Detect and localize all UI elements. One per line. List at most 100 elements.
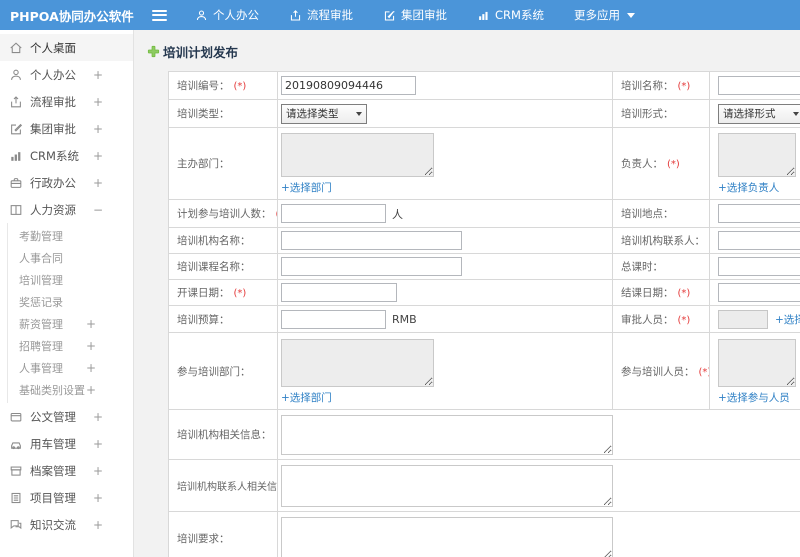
sidebar-subitem-recruiting[interactable]: 招聘管理 + [8,335,133,357]
org-contact-info-label: 培训机构联系人相关信息： [168,459,278,512]
approver-input[interactable] [718,309,768,329]
training-no-input[interactable] [281,76,416,95]
expand-toggle[interactable]: + [93,410,103,424]
hamburger-menu-icon[interactable] [152,9,167,21]
host-dept-box[interactable] [281,133,434,177]
form-row: 培训机构联系人相关信息： [168,459,800,512]
document-icon [9,410,23,424]
sidebar-subitem-personnel[interactable]: 人事管理 + [8,357,133,379]
sidebar-item-projects[interactable]: 项目管理 + [0,484,133,511]
sidebar: 个人桌面 个人办公 + 流程审批 + 集团审批 + CRM系统 + 行政办公 +… [0,30,134,557]
sidebar-item-label: 奖惩记录 [19,296,63,309]
expand-toggle[interactable]: + [93,149,103,163]
sidebar-item-group-approval[interactable]: 集团审批 + [0,115,133,142]
requirements-textarea[interactable] [281,517,613,557]
edit-icon [383,9,396,22]
select-leader-link[interactable]: +选择负责人 [718,180,779,195]
expand-toggle[interactable]: + [86,339,96,353]
sidebar-item-label: 用车管理 [30,436,76,451]
expand-toggle[interactable]: + [93,122,103,136]
org-contact-info-textarea[interactable] [281,465,613,507]
caret-down-icon [626,12,635,18]
host-dept-label: 主办部门： [168,127,278,200]
sidebar-item-human-resources[interactable]: 人力资源 − [0,196,133,223]
collapse-toggle[interactable]: − [93,203,103,217]
sidebar-item-label: 培训管理 [19,274,63,287]
expand-toggle[interactable]: + [86,317,96,331]
user-icon [9,68,23,82]
sidebar-item-label: 集团审批 [30,121,76,136]
sidebar-subitem-rewards[interactable]: 奖惩记录 [8,291,133,313]
nav-group-approval[interactable]: 集团审批 [383,7,447,23]
budget-input[interactable] [281,309,386,329]
planned-count-input[interactable] [281,204,386,223]
page-title: 培训计划发布 [147,42,800,61]
org-name-input[interactable] [281,231,462,250]
budget-label: 培训预算： [168,305,278,333]
sidebar-item-admin-office[interactable]: 行政办公 + [0,169,133,196]
sidebar-item-vehicle[interactable]: 用车管理 + [0,430,133,457]
start-date-label: 开课日期： (*) [168,279,278,306]
sidebar-subitem-salary[interactable]: 薪资管理 + [8,313,133,335]
expand-toggle[interactable]: + [93,68,103,82]
nav-crm-system[interactable]: CRM系统 [477,7,544,23]
sidebar-item-crm-system[interactable]: CRM系统 + [0,142,133,169]
sidebar-item-label: 人力资源 [30,202,76,217]
sidebar-item-workflow-approval[interactable]: 流程审批 + [0,88,133,115]
main-content: 培训计划发布 培训编号：(*) 培训名称：(*) 培训类型： 请选择类型 培训形… [134,30,800,557]
sidebar-item-official-docs[interactable]: 公文管理 + [0,403,133,430]
expand-toggle[interactable]: + [93,176,103,190]
sidebar-item-label: 档案管理 [30,463,76,478]
car-icon [9,437,23,451]
sidebar-item-archives[interactable]: 档案管理 + [0,457,133,484]
plus-icon [147,45,160,58]
org-info-textarea[interactable] [281,415,613,455]
end-date-input[interactable] [718,283,800,302]
sidebar-item-knowledge-exchange[interactable]: 知识交流 + [0,511,133,538]
expand-toggle[interactable]: + [86,361,96,375]
expand-toggle[interactable]: + [93,437,103,451]
location-input[interactable] [718,204,800,223]
expand-toggle[interactable]: + [93,464,103,478]
expand-toggle[interactable]: + [93,491,103,505]
select-arrow-icon [793,111,799,116]
form-row: 培训机构名称： 培训机构联系人： [168,227,800,254]
sidebar-item-label: 招聘管理 [19,340,63,353]
training-name-input[interactable] [718,76,800,95]
sidebar-subitem-training[interactable]: 培训管理 [8,269,133,291]
training-type-select[interactable]: 请选择类型 [281,103,367,124]
nav-more-apps[interactable]: 更多应用 [574,7,635,23]
sidebar-item-personal-office[interactable]: 个人办公 + [0,61,133,88]
total-hours-label: 总课时： [612,253,710,280]
select-join-people-link[interactable]: +选择参与人员 [718,390,790,405]
workflow-icon [9,95,23,109]
org-contact-input[interactable] [718,231,800,250]
sidebar-subitem-hr-contract[interactable]: 人事合同 [8,247,133,269]
join-people-box[interactable] [718,339,796,387]
leader-box[interactable] [718,133,796,177]
select-dept-link[interactable]: +选择部门 [281,180,332,195]
required-mark: (*) [233,81,247,92]
course-name-input[interactable] [281,257,462,276]
nav-workflow-approval[interactable]: 流程审批 [289,7,353,23]
select-dept-link[interactable]: +选择部门 [281,390,332,405]
sidebar-item-label: 人事合同 [19,252,63,265]
expand-toggle[interactable]: + [93,95,103,109]
sidebar-item-label: 项目管理 [30,490,76,505]
total-hours-input[interactable] [718,257,800,276]
training-type-label: 培训类型： [168,99,278,128]
sidebar-subitem-base-category[interactable]: 基础类别设置 + [8,379,133,401]
expand-toggle[interactable]: + [86,383,96,397]
join-dept-box[interactable] [281,339,434,387]
training-form-select[interactable]: 请选择形式 [718,103,800,124]
select-approver-link[interactable]: +选择审批人员 [775,312,800,327]
training-plan-form: 培训编号：(*) 培训名称：(*) 培训类型： 请选择类型 培训形式： 请选择形… [168,71,800,557]
hr-submenu: 考勤管理 人事合同 培训管理 奖惩记录 薪资管理 + 招聘管理 + 人事管理 +… [7,223,133,403]
nav-personal-office[interactable]: 个人办公 [195,7,259,23]
sidebar-item-personal-desktop[interactable]: 个人桌面 [0,34,133,61]
sidebar-subitem-attendance[interactable]: 考勤管理 [8,225,133,247]
training-form-label: 培训形式： [612,99,710,128]
start-date-input[interactable] [281,283,397,302]
expand-toggle[interactable]: + [93,518,103,532]
end-date-label: 结课日期： (*) [612,279,710,306]
